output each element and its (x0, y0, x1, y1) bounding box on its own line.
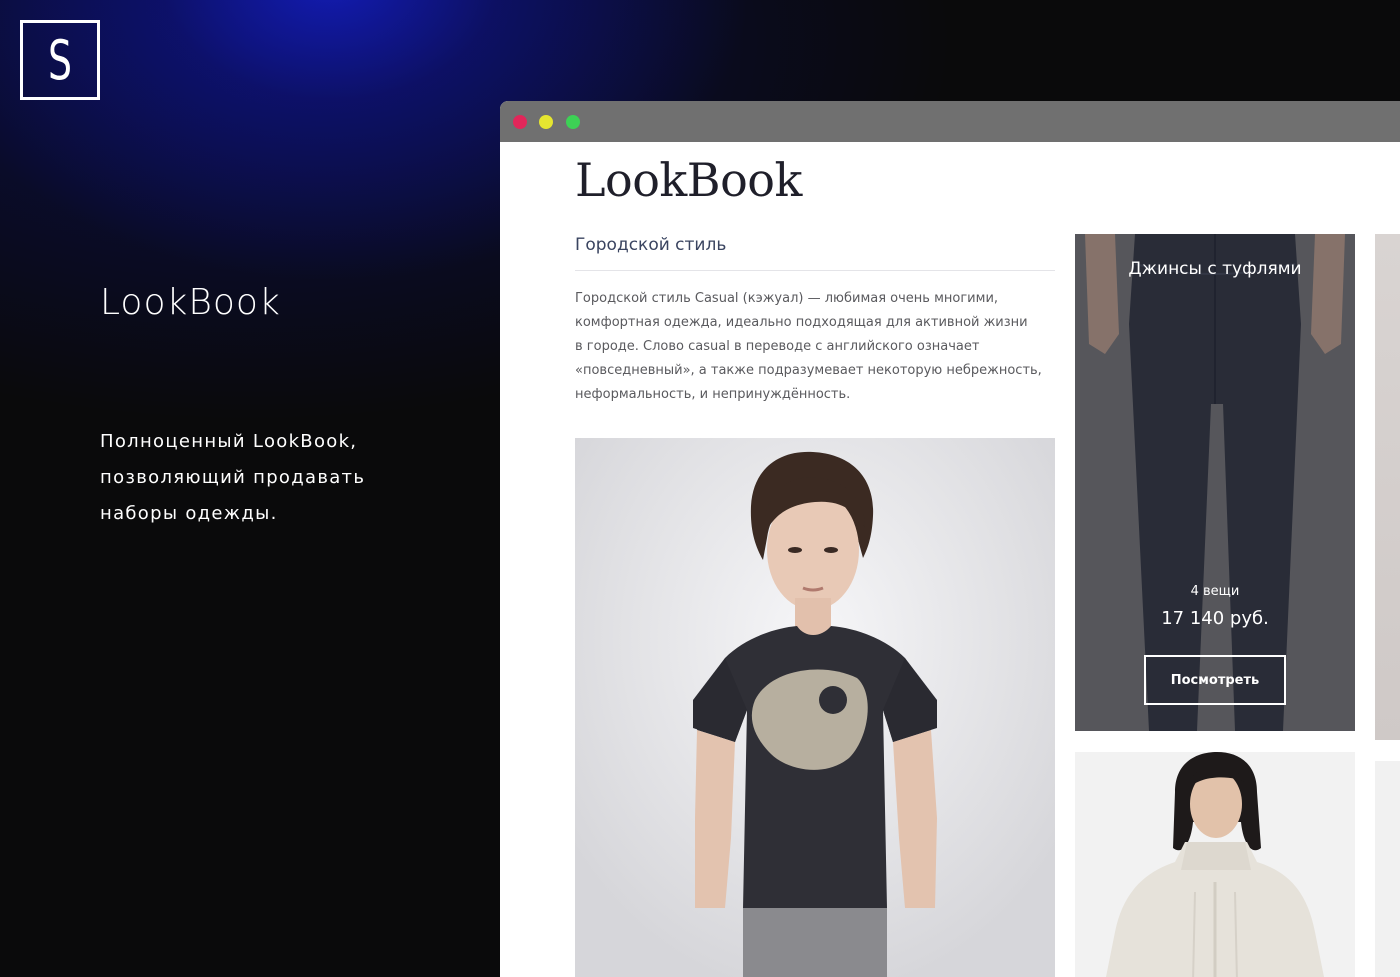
hero-title: LookBook (100, 282, 281, 323)
section-description-line: Городской стиль Casual (кэжуал) — любима… (575, 291, 999, 306)
browser-title-bar (500, 101, 1400, 142)
look-card-secondary[interactable] (1075, 752, 1355, 977)
section-divider (575, 270, 1055, 271)
look-card[interactable]: Джинсы с туфлями 4 вещи 17 140 руб. Посм… (1075, 234, 1355, 731)
maximize-window-dot-icon[interactable] (566, 115, 580, 129)
hero-description-line: позволяющий продавать (100, 467, 366, 488)
page-title: LookBook (575, 153, 802, 207)
close-window-dot-icon[interactable] (513, 115, 527, 129)
look-name: Джинсы с туфлями (1128, 259, 1302, 279)
hero-description-line: Полноценный LookBook, (100, 431, 358, 452)
look-price: 17 140 руб. (1161, 608, 1269, 629)
view-look-button[interactable]: Посмотреть (1144, 655, 1286, 705)
section-description: Городской стиль Casual (кэжуал) — любима… (575, 287, 1045, 407)
section-description-line: в городе. Слово casual в переводе с англ… (575, 339, 980, 354)
hero-description: Полноценный LookBook, позволяющий продав… (100, 424, 420, 532)
hero-description-line: наборы одежды. (100, 503, 278, 524)
brand-logo[interactable]: S (20, 20, 100, 100)
look-card-cropped[interactable] (1375, 234, 1400, 740)
model-tshirt-illustration (693, 451, 937, 977)
main-model-photo[interactable] (575, 438, 1055, 977)
section-description-line: «повседневный», а также подразумевает не… (575, 363, 1042, 378)
section-description-line: комфортная одежда, идеально подходящая д… (575, 315, 1028, 330)
sweater-model-illustration (1075, 752, 1355, 977)
logo-letter: S (48, 28, 72, 92)
look-items-count: 4 вещи (1190, 584, 1240, 599)
section-description-line: неформальность, и непринуждённость. (575, 387, 851, 402)
section-title: Городской стиль (575, 235, 727, 255)
browser-window: LookBook Городской стиль Городской стиль… (500, 101, 1400, 977)
look-card-cropped-secondary[interactable] (1375, 761, 1400, 977)
minimize-window-dot-icon[interactable] (539, 115, 553, 129)
